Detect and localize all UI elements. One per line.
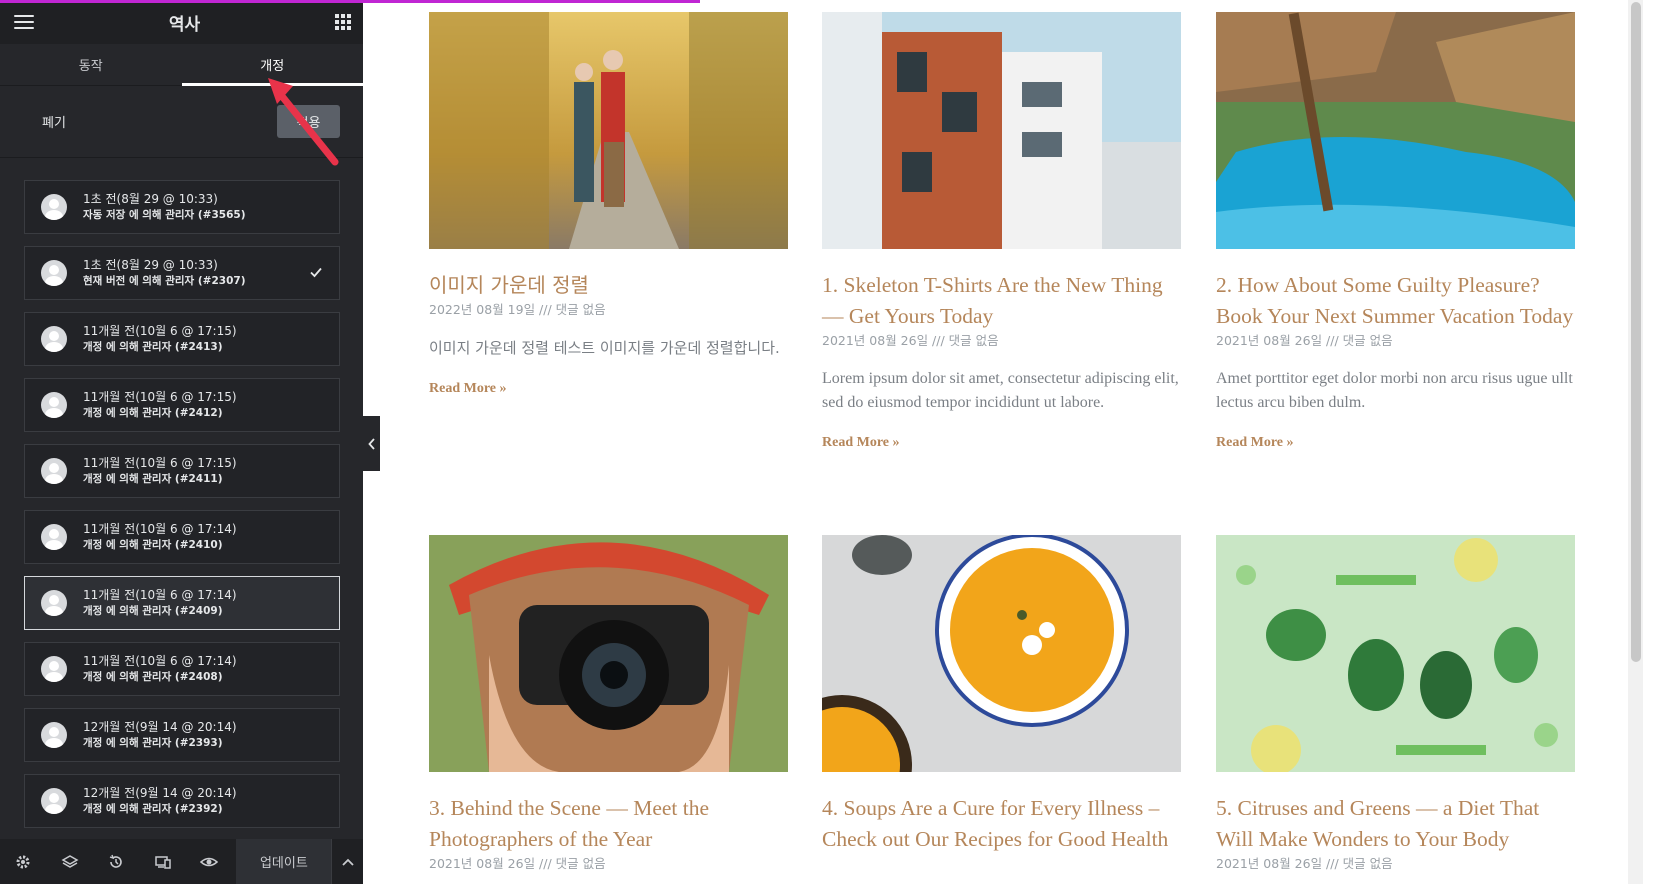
post-image-greens[interactable] xyxy=(1216,535,1575,772)
post-image-soup[interactable] xyxy=(822,535,1181,772)
chevron-left-icon xyxy=(367,437,375,450)
revision-meta: 개정 에 의해 관리자 (#2409) xyxy=(83,605,223,617)
revision-meta: 개정 에 의해 관리자 (#2392) xyxy=(83,803,223,815)
post-excerpt: Lorem ipsum dolor sit amet, consectetur … xyxy=(822,370,1179,411)
avatar xyxy=(41,458,67,484)
apply-button[interactable]: 적용 xyxy=(277,105,340,138)
post-excerpt: 이미지 가운데 정렬 테스트 이미지를 가운데 정렬합니다. xyxy=(429,339,780,357)
post-card: 1. Skeleton T-Shirts Are the New Thing —… xyxy=(822,12,1181,451)
post-title[interactable]: 1. Skeleton T-Shirts Are the New Thing —… xyxy=(822,270,1181,332)
read-more-link[interactable]: Read More » xyxy=(1216,435,1294,451)
menu-icon[interactable] xyxy=(14,15,34,29)
revision-item-current[interactable]: 1초 전(8월 29 @ 10:33) 현재 버전 에 의해 관리자 (#2307… xyxy=(24,246,340,300)
avatar xyxy=(41,392,67,418)
post-excerpt: Amet porttitor eget dolor morbi non arcu… xyxy=(1216,370,1573,411)
read-more-link[interactable]: Read More » xyxy=(429,381,507,397)
revision-meta: 현재 버전 에 의해 관리자 (#2307) xyxy=(83,275,246,287)
avatar xyxy=(41,788,67,814)
post-meta: 2021년 08월 26일 /// 댓글 없음 xyxy=(1216,333,1393,348)
collapse-panel-handle[interactable] xyxy=(363,416,380,471)
discard-button[interactable]: 폐기 xyxy=(42,112,66,131)
scrollbar-thumb[interactable] xyxy=(1631,2,1641,662)
post-meta: 2021년 08월 26일 /// 댓글 없음 xyxy=(429,856,606,871)
tab-actions[interactable]: 동작 xyxy=(0,44,182,85)
revision-date: 1초 전(8월 29 @ 10:33) xyxy=(83,192,218,206)
post-meta: 2021년 08월 26일 /// 댓글 없음 xyxy=(822,333,999,348)
revision-actions: 폐기 적용 xyxy=(0,86,363,158)
post-image-couple[interactable] xyxy=(429,12,788,249)
post-title[interactable]: 4. Soups Are a Cure for Every Illness – … xyxy=(822,793,1181,855)
post-title[interactable]: 이미지 가운데 정렬 xyxy=(429,270,788,301)
revision-date: 11개월 전(10월 6 @ 17:14) xyxy=(83,588,237,602)
revision-date: 12개월 전(9월 14 @ 20:14) xyxy=(83,720,237,734)
avatar xyxy=(41,260,67,286)
revision-date: 11개월 전(10월 6 @ 17:14) xyxy=(83,654,237,668)
post-title[interactable]: 3. Behind the Scene — Meet the Photograp… xyxy=(429,793,788,855)
revision-date: 11개월 전(10월 6 @ 17:15) xyxy=(83,324,237,338)
revision-meta: 개정 에 의해 관리자 (#2410) xyxy=(83,539,223,551)
post-card: 3. Behind the Scene — Meet the Photograp… xyxy=(429,535,788,873)
revision-date: 11개월 전(10월 6 @ 17:15) xyxy=(83,390,237,404)
responsive-mode-icon[interactable] xyxy=(139,839,185,884)
revision-meta: 자동 저장 에 의해 관리자 (#3565) xyxy=(83,209,246,221)
revision-item[interactable]: 12개월 전(9월 14 @ 20:14) 개정 에 의해 관리자 (#2393) xyxy=(24,708,340,762)
revision-item[interactable]: 11개월 전(10월 6 @ 17:14) 개정 에 의해 관리자 (#2410) xyxy=(24,510,340,564)
revision-item[interactable]: 11개월 전(10월 6 @ 17:15) 개정 에 의해 관리자 (#2412) xyxy=(24,378,340,432)
layers-icon[interactable] xyxy=(46,839,92,884)
tab-revisions[interactable]: 개정 xyxy=(181,44,364,86)
avatar xyxy=(41,524,67,550)
revision-meta: 개정 에 의해 관리자 (#2411) xyxy=(83,473,223,485)
revision-date: 1초 전(8월 29 @ 10:33) xyxy=(83,258,218,272)
history-panel: 역사 동작 개정 폐기 적용 1초 전(8월 29 @ 10:33) 자동 저장 … xyxy=(0,0,363,884)
avatar xyxy=(41,194,67,220)
post-meta: 2021년 08월 26일 /// 댓글 없음 xyxy=(1216,856,1393,871)
check-icon xyxy=(310,267,322,278)
post-title[interactable]: 5. Citruses and Greens — a Diet That Wil… xyxy=(1216,793,1575,855)
chevron-up-icon[interactable] xyxy=(331,839,363,884)
revision-item[interactable]: 11개월 전(10월 6 @ 17:14) 개정 에 의해 관리자 (#2408) xyxy=(24,642,340,696)
avatar xyxy=(41,326,67,352)
revision-date: 11개월 전(10월 6 @ 17:15) xyxy=(83,456,237,470)
avatar xyxy=(41,722,67,748)
post-card: 2. How About Some Guilty Pleasure? Book … xyxy=(1216,12,1575,451)
post-card: 4. Soups Are a Cure for Every Illness – … xyxy=(822,535,1181,855)
settings-gear-icon[interactable] xyxy=(0,839,46,884)
revision-meta: 개정 에 의해 관리자 (#2393) xyxy=(83,737,223,749)
history-icon[interactable] xyxy=(93,839,139,884)
revision-date: 11개월 전(10월 6 @ 17:14) xyxy=(83,522,237,536)
revision-meta: 개정 에 의해 관리자 (#2413) xyxy=(83,341,223,353)
revision-item[interactable]: 11개월 전(10월 6 @ 17:15) 개정 에 의해 관리자 (#2411) xyxy=(24,444,340,498)
panel-title: 역사 xyxy=(168,14,201,35)
page-preview: 이미지 가운데 정렬 2022년 08월 19일 /// 댓글 없음 이미지 가… xyxy=(363,0,1643,884)
page-scrollbar[interactable] xyxy=(1628,0,1643,884)
post-card: 이미지 가운데 정렬 2022년 08월 19일 /// 댓글 없음 이미지 가… xyxy=(429,12,788,397)
post-card: 5. Citruses and Greens — a Diet That Wil… xyxy=(1216,535,1575,873)
avatar xyxy=(41,590,67,616)
revision-date: 12개월 전(9월 14 @ 20:14) xyxy=(83,786,237,800)
post-meta: 2022년 08월 19일 /// 댓글 없음 xyxy=(429,302,606,317)
panel-header: 역사 xyxy=(0,0,363,44)
avatar xyxy=(41,656,67,682)
post-image-photographer[interactable] xyxy=(429,535,788,772)
post-image-building[interactable] xyxy=(822,12,1181,249)
revision-meta: 개정 에 의해 관리자 (#2408) xyxy=(83,671,223,683)
history-tabs: 동작 개정 xyxy=(0,44,363,86)
eye-icon[interactable] xyxy=(186,839,232,884)
update-button[interactable]: 업데이트 xyxy=(236,839,332,884)
widgets-grid-icon[interactable] xyxy=(335,14,351,30)
revision-item-selected[interactable]: 11개월 전(10월 6 @ 17:14) 개정 에 의해 관리자 (#2409) xyxy=(24,576,340,630)
post-title[interactable]: 2. How About Some Guilty Pleasure? Book … xyxy=(1216,270,1575,332)
revision-item[interactable]: 1초 전(8월 29 @ 10:33) 자동 저장 에 의해 관리자 (#3565… xyxy=(24,180,340,234)
revision-item[interactable]: 11개월 전(10월 6 @ 17:15) 개정 에 의해 관리자 (#2413) xyxy=(24,312,340,366)
revision-list: 1초 전(8월 29 @ 10:33) 자동 저장 에 의해 관리자 (#3565… xyxy=(24,180,340,840)
revision-item[interactable]: 12개월 전(9월 14 @ 20:14) 개정 에 의해 관리자 (#2392) xyxy=(24,774,340,828)
revision-meta: 개정 에 의해 관리자 (#2412) xyxy=(83,407,223,419)
read-more-link[interactable]: Read More » xyxy=(822,435,900,451)
panel-footer: 업데이트 xyxy=(0,839,363,884)
loading-progress-bar xyxy=(0,0,700,3)
post-image-pool[interactable] xyxy=(1216,12,1575,249)
